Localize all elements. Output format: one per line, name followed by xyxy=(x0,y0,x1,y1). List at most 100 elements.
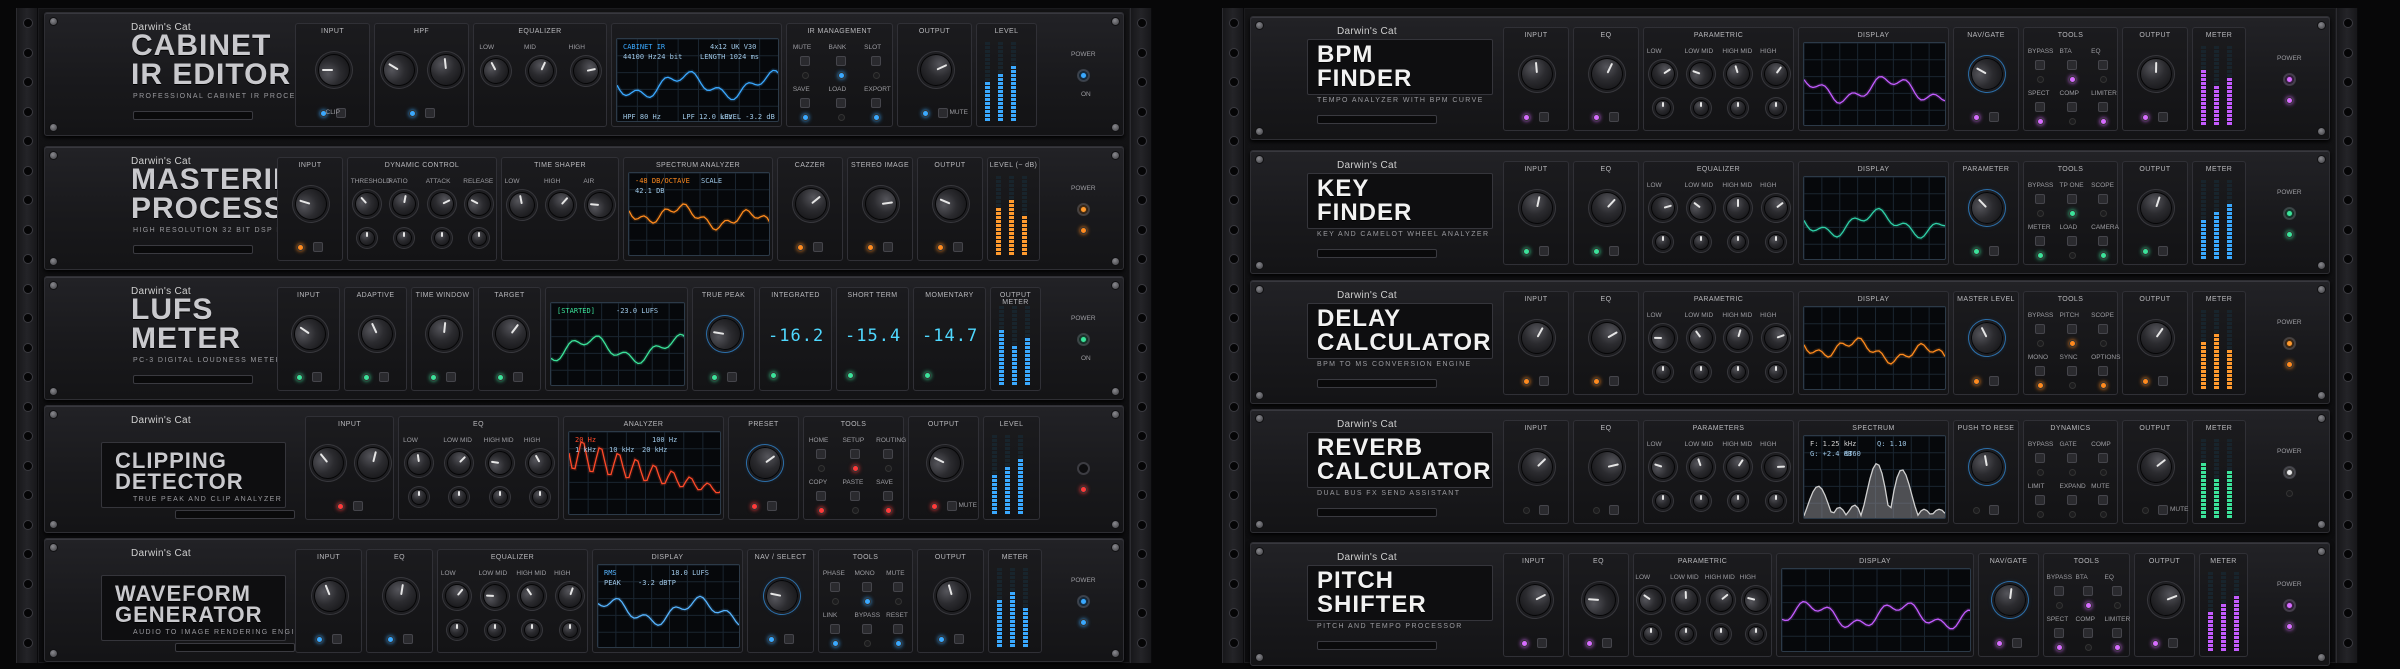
power-button[interactable] xyxy=(1077,69,1090,82)
rotary-knob[interactable] xyxy=(482,583,508,609)
trim-knob[interactable] xyxy=(358,230,375,246)
rotary-knob[interactable] xyxy=(515,579,550,613)
power-button[interactable] xyxy=(2283,73,2296,86)
toggle-button[interactable] xyxy=(946,501,957,511)
rotary-knob[interactable] xyxy=(788,181,834,227)
rotary-knob[interactable] xyxy=(554,580,586,612)
rotary-knob[interactable] xyxy=(439,579,474,613)
toggle-button[interactable] xyxy=(1609,376,1619,386)
trim-knob[interactable] xyxy=(1730,100,1747,116)
rotary-knob[interactable] xyxy=(1514,444,1560,490)
rotary-knob[interactable] xyxy=(1650,325,1676,351)
trim-knob[interactable] xyxy=(1730,493,1747,509)
toggle-button[interactable] xyxy=(445,372,456,382)
toggle-button[interactable] xyxy=(2011,638,2022,648)
toggle-button[interactable] xyxy=(937,108,948,118)
tool-button[interactable] xyxy=(2053,628,2064,638)
trim-knob[interactable] xyxy=(411,489,428,505)
rotary-knob[interactable] xyxy=(1646,57,1680,91)
trim-knob[interactable] xyxy=(1643,626,1660,642)
rotary-knob[interactable] xyxy=(1726,196,1751,220)
toggle-button[interactable] xyxy=(883,242,893,252)
toggle-button[interactable] xyxy=(1539,112,1549,122)
rotary-knob[interactable] xyxy=(442,446,477,480)
rotary-knob[interactable] xyxy=(1968,448,2006,486)
rotary-knob[interactable] xyxy=(523,446,557,480)
tool-button[interactable] xyxy=(893,582,904,592)
tool-button[interactable] xyxy=(883,491,894,501)
rotary-knob[interactable] xyxy=(1584,185,1630,231)
rotary-knob[interactable] xyxy=(1759,191,1793,225)
rotary-knob[interactable] xyxy=(353,443,393,483)
rotary-knob[interactable] xyxy=(1685,451,1716,483)
tool-button[interactable] xyxy=(883,449,894,459)
rotary-knob[interactable] xyxy=(1683,321,1718,355)
tool-button[interactable] xyxy=(2034,194,2045,204)
rotary-knob[interactable] xyxy=(1685,58,1717,90)
tool-button[interactable] xyxy=(2053,586,2064,596)
toggle-button[interactable] xyxy=(1539,505,1549,515)
trim-knob[interactable] xyxy=(1768,493,1785,509)
trim-knob[interactable] xyxy=(1768,364,1785,380)
toggle-button[interactable] xyxy=(1989,505,1999,515)
trim-knob[interactable] xyxy=(1730,364,1747,380)
trim-knob[interactable] xyxy=(1692,493,1709,509)
tool-button[interactable] xyxy=(2098,60,2109,70)
rotary-knob[interactable] xyxy=(1964,185,2010,231)
tool-button[interactable] xyxy=(893,624,904,634)
rotary-knob[interactable] xyxy=(762,577,801,615)
tool-button[interactable] xyxy=(2111,628,2122,638)
power-button[interactable] xyxy=(2283,337,2296,350)
tool-button[interactable] xyxy=(2066,60,2077,70)
tool-button[interactable] xyxy=(829,582,840,592)
rotary-knob[interactable] xyxy=(1585,316,1629,360)
trim-knob[interactable] xyxy=(1768,234,1785,250)
rotary-knob[interactable] xyxy=(1763,454,1789,480)
tool-button[interactable] xyxy=(2034,495,2045,505)
toggle-button[interactable] xyxy=(953,634,964,644)
trim-knob[interactable] xyxy=(1692,364,1709,380)
rotary-knob[interactable] xyxy=(1519,56,1555,92)
rotary-knob[interactable] xyxy=(1760,322,1792,354)
trim-knob[interactable] xyxy=(531,489,548,505)
rotary-knob[interactable] xyxy=(1515,316,1559,360)
tool-button[interactable] xyxy=(815,449,826,459)
rotary-knob[interactable] xyxy=(1965,52,2009,96)
tool-button[interactable] xyxy=(2111,586,2122,596)
tool-button[interactable] xyxy=(861,624,872,634)
rotary-knob[interactable] xyxy=(1582,582,1617,618)
tool-button[interactable] xyxy=(2066,236,2077,246)
rotary-knob[interactable] xyxy=(1723,59,1754,89)
toggle-button[interactable] xyxy=(313,242,323,252)
power-button[interactable] xyxy=(1077,462,1090,475)
tool-button[interactable] xyxy=(2066,194,2077,204)
trim-knob[interactable] xyxy=(471,230,488,246)
toggle-button[interactable] xyxy=(352,501,363,511)
rotary-knob[interactable] xyxy=(930,183,972,225)
trim-knob[interactable] xyxy=(1654,364,1671,380)
toggle-button[interactable] xyxy=(953,242,963,252)
toggle-button[interactable] xyxy=(424,108,435,118)
toggle-button[interactable] xyxy=(766,501,777,511)
rotary-knob[interactable] xyxy=(523,53,559,89)
toggle-button[interactable] xyxy=(813,242,823,252)
rotary-knob[interactable] xyxy=(428,52,464,88)
tool-button[interactable] xyxy=(2082,628,2093,638)
rotary-knob[interactable] xyxy=(425,187,458,221)
tool-button[interactable] xyxy=(2098,102,2109,112)
tool-button[interactable] xyxy=(2034,236,2045,246)
rotary-knob[interactable] xyxy=(463,187,496,221)
tool-button[interactable] xyxy=(2066,102,2077,112)
rotary-knob[interactable] xyxy=(862,185,900,223)
rotary-knob[interactable] xyxy=(2139,57,2173,91)
power-button[interactable] xyxy=(1077,595,1090,608)
rotary-knob[interactable] xyxy=(349,187,384,221)
trim-knob[interactable] xyxy=(451,489,468,505)
toggle-button[interactable] xyxy=(1609,112,1619,122)
rotary-knob[interactable] xyxy=(2133,444,2179,490)
tool-button[interactable] xyxy=(815,491,826,501)
tool-button[interactable] xyxy=(2034,366,2045,376)
trim-knob[interactable] xyxy=(562,622,579,638)
trim-knob[interactable] xyxy=(1747,626,1764,642)
rotary-knob[interactable] xyxy=(1648,193,1678,223)
